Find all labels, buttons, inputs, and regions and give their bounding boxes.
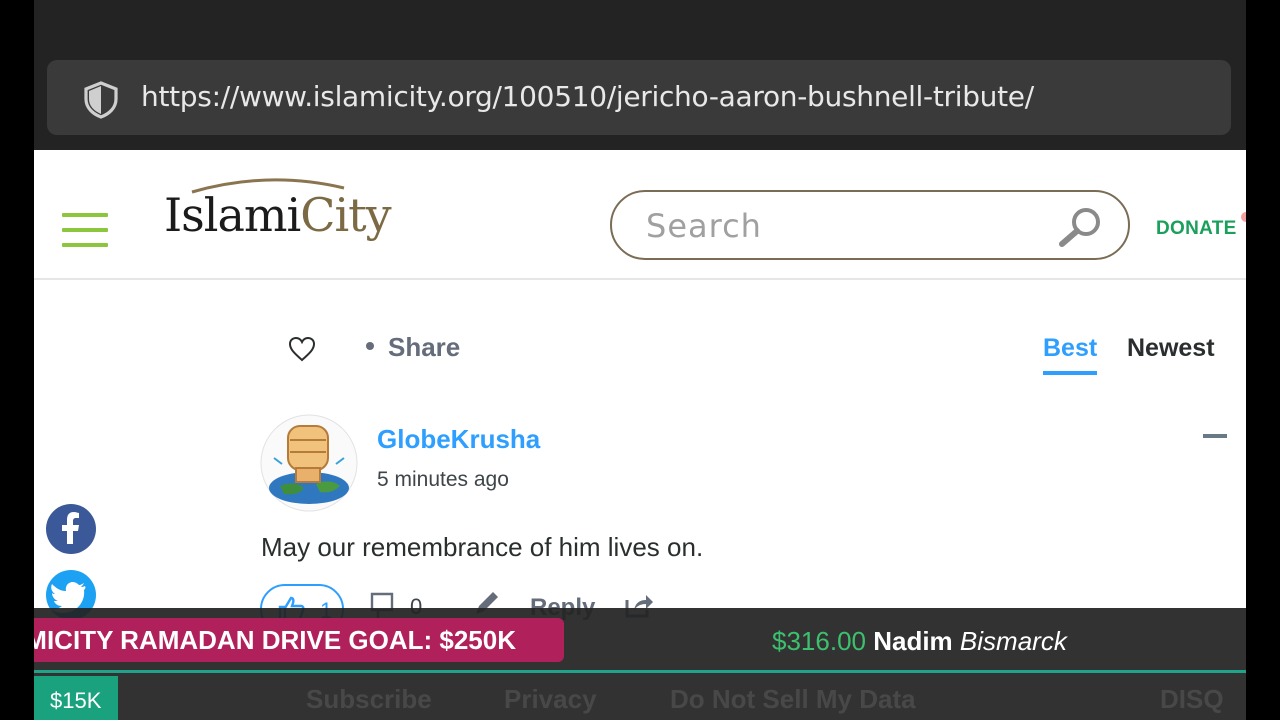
disqus-logo[interactable]: DISQ <box>1160 684 1224 715</box>
comment-author[interactable]: GlobeKrusha <box>377 424 540 455</box>
tab-newest[interactable]: Newest <box>1127 334 1215 363</box>
notification-dot <box>1241 212 1246 222</box>
footer-do-not-sell[interactable]: Do Not Sell My Data <box>670 684 916 715</box>
donor-last-name: Bismarck <box>959 626 1067 656</box>
ticker-divider <box>34 670 1246 673</box>
right-pillarbox <box>1246 0 1280 720</box>
recent-donation: $316.00 Nadim Bismarck <box>772 626 1067 657</box>
left-pillarbox <box>0 0 34 720</box>
share-button[interactable]: Share <box>366 332 460 363</box>
goal-text: ISLAMICITY RAMADAN DRIVE GOAL: $250K <box>34 625 516 655</box>
browser-chrome: https://www.islamicity.org/100510/jerich… <box>34 0 1246 150</box>
donation-ticker: ISLAMICITY RAMADAN DRIVE GOAL: $250K $31… <box>34 608 1246 720</box>
search-input[interactable] <box>644 204 1028 248</box>
logo-text-main: Islami <box>164 188 301 242</box>
goal-banner: ISLAMICITY RAMADAN DRIVE GOAL: $250K <box>34 618 564 662</box>
facebook-share-button[interactable] <box>46 504 96 554</box>
site-logo[interactable]: IslamiCity <box>164 174 392 254</box>
tab-best[interactable]: Best <box>1043 334 1098 375</box>
url-text[interactable]: https://www.islamicity.org/100510/jerich… <box>141 80 1034 113</box>
donate-link[interactable]: DONATE <box>1156 218 1237 240</box>
phone-screen: https://www.islamicity.org/100510/jerich… <box>34 0 1246 720</box>
heart-icon[interactable] <box>288 336 316 362</box>
footer-subscribe[interactable]: Subscribe <box>306 684 432 715</box>
bullet-dot <box>366 342 374 351</box>
donation-amount: $316.00 <box>772 626 866 656</box>
collapse-icon[interactable] <box>1203 434 1227 438</box>
donor-first-name: Nadim <box>873 626 953 656</box>
progress-badge: $15K <box>34 676 118 720</box>
share-label: Share <box>388 332 461 362</box>
address-bar[interactable]: https://www.islamicity.org/100510/jerich… <box>47 60 1231 135</box>
comment-text: May our remembrance of him lives on. <box>261 532 704 562</box>
menu-icon[interactable] <box>62 213 108 247</box>
site-header: IslamiCity DONATE <box>34 150 1246 280</box>
footer-privacy[interactable]: Privacy <box>504 684 597 715</box>
comment-timestamp[interactable]: 5 minutes ago <box>377 468 509 492</box>
search-icon[interactable] <box>1056 206 1104 248</box>
search-box[interactable] <box>610 190 1130 260</box>
shield-icon[interactable] <box>81 80 121 120</box>
logo-text-accent: City <box>300 188 391 242</box>
facebook-icon <box>62 512 79 544</box>
avatar[interactable] <box>260 414 358 512</box>
progress-label: $15K <box>50 688 102 713</box>
